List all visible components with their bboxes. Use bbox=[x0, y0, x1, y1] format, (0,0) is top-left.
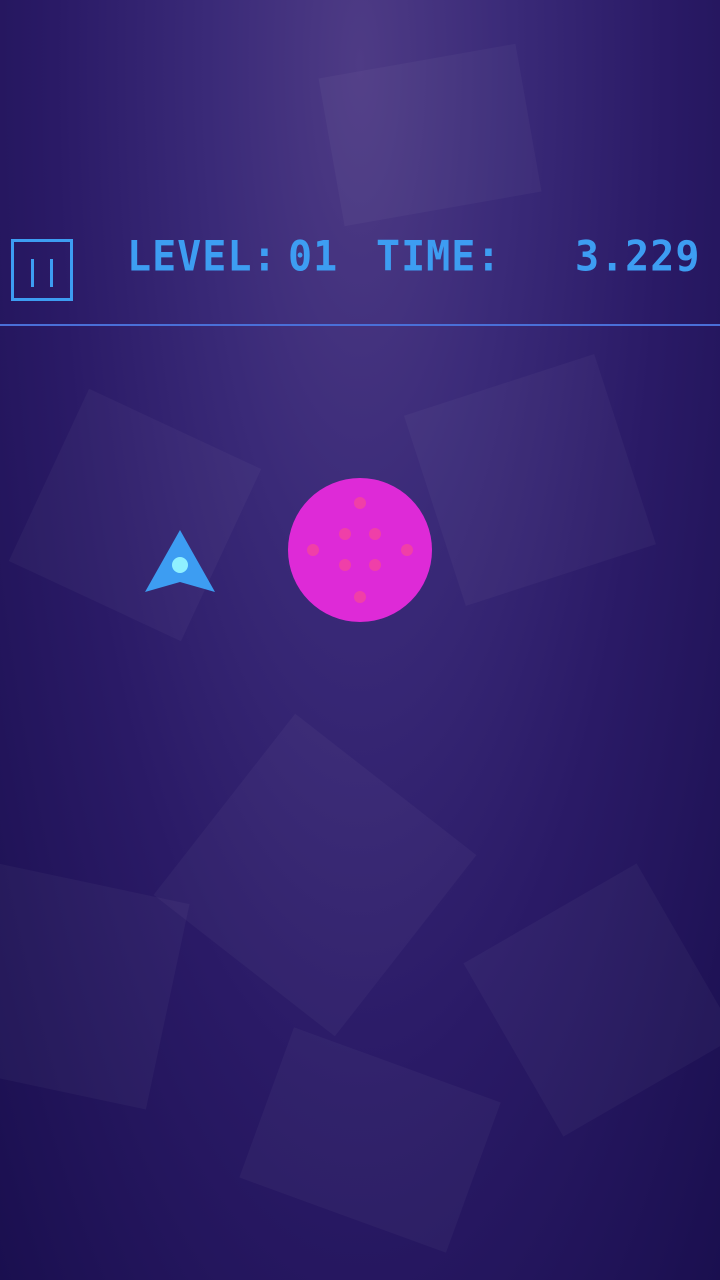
background-shard bbox=[154, 714, 477, 1037]
level-value: 01 bbox=[288, 232, 339, 282]
hud-divider bbox=[0, 324, 720, 326]
background-shard bbox=[463, 863, 720, 1136]
background-shard bbox=[239, 1027, 500, 1253]
time-label: TIME: bbox=[376, 232, 502, 282]
game-screen: { "hud": { "level_label": "LEVEL:", "lev… bbox=[0, 0, 720, 1280]
pause-button[interactable] bbox=[11, 239, 73, 301]
spotted-orb-icon[interactable] bbox=[287, 477, 433, 623]
arrow-ship-icon[interactable] bbox=[143, 528, 217, 594]
background-shard bbox=[9, 389, 261, 641]
background-shard bbox=[0, 860, 190, 1109]
time-value: 3.229 bbox=[575, 232, 701, 282]
level-label: LEVEL: bbox=[127, 232, 278, 282]
background-shard bbox=[404, 354, 656, 606]
hud-bar: LEVEL: 01 TIME: 3.229 bbox=[0, 0, 720, 326]
